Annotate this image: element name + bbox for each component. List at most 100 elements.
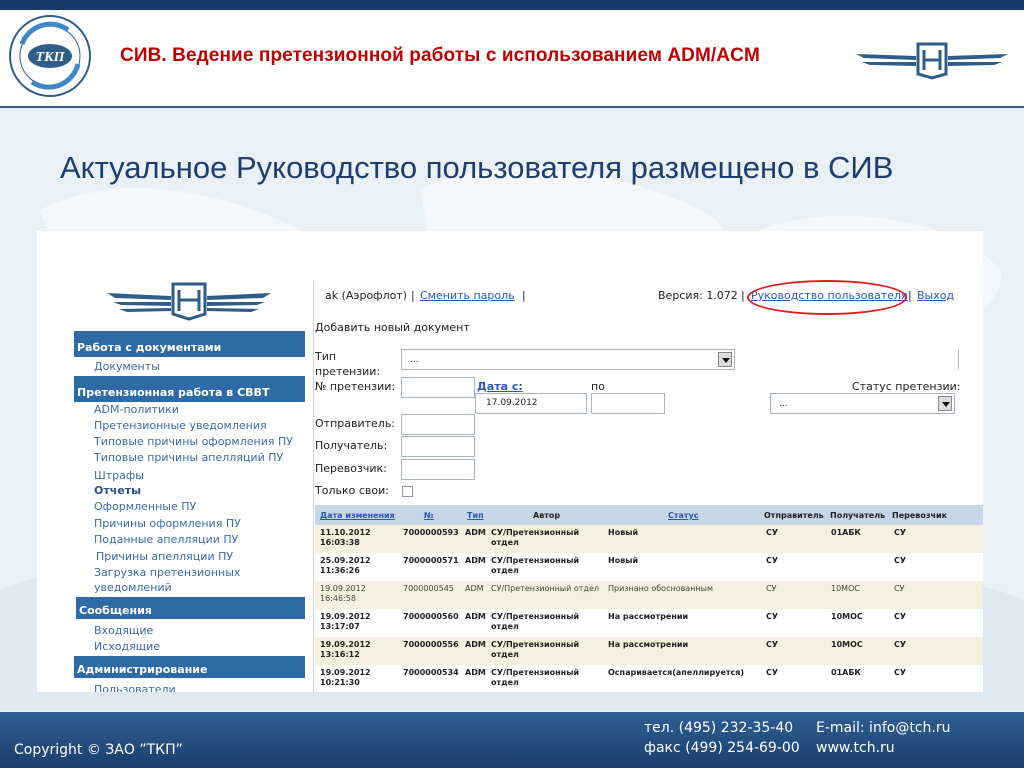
sidebar-section-claims[interactable]: Претензионная работа в СВВТ (74, 376, 305, 402)
claim-type-select[interactable]: ... (401, 349, 735, 370)
cell-date: 19.09.2012 13:17:07 (320, 612, 371, 631)
col-header-date[interactable]: Дата изменения (320, 511, 395, 521)
col-header-author: Автор (533, 511, 561, 520)
fax-number: факс (499) 254-69-00 (644, 740, 800, 756)
cell-carrier: СУ (894, 668, 907, 677)
cell-carrier: СУ (894, 528, 907, 537)
cell-type: ADM (465, 612, 486, 621)
cell-receiver: 01АБК (831, 668, 861, 677)
claim-type-label: Тип (315, 350, 337, 363)
cell-author: СУ/Претензионный отдел (491, 640, 580, 659)
table-row[interactable]: 19.09.2012 13:17:07 7000000560 ADM СУ/Пр… (315, 609, 983, 637)
sidebar-item-inbox[interactable]: Входящие (94, 624, 153, 637)
sidebar-item-appeal-causes[interactable]: Причины апелляции ПУ (96, 550, 233, 563)
sender-input[interactable] (401, 414, 475, 435)
claim-number-input[interactable] (401, 377, 475, 398)
cell-type: ADM (465, 668, 486, 677)
table-row[interactable]: 11.10.2012 16:03:38 7000000593 ADM СУ/Пр… (315, 525, 983, 553)
claim-type-label-2: претензии: (315, 365, 381, 378)
ns-wings-logo-icon (856, 42, 1008, 80)
col-header-receiver: Получатель (830, 511, 886, 520)
date-from-input[interactable]: 17.09.2012 (475, 393, 587, 414)
claim-type-value: ... (410, 355, 419, 365)
sidebar-section-admin[interactable]: Администрирование (74, 656, 305, 678)
cell-author: СУ/Претензионный отдел (491, 668, 580, 687)
logout-link[interactable]: Выход (917, 289, 954, 302)
cell-type: ADM (465, 584, 484, 593)
claim-type-extra (739, 349, 959, 370)
sidebar-item-upload-notices[interactable]: Загрузка претензионных (94, 566, 240, 579)
topbar-separator: | (411, 289, 415, 302)
cell-sender: СУ (766, 612, 779, 621)
cell-carrier: СУ (894, 584, 905, 593)
sidebar-item-claim-notices[interactable]: Претензионные уведомления (94, 419, 267, 432)
sidebar-item-filed-appeals[interactable]: Поданные апелляции ПУ (94, 533, 238, 546)
add-new-document-link[interactable]: Добавить новый документ (315, 321, 470, 334)
topbar-separator: | (522, 289, 526, 302)
cell-number: 7000000593 (403, 528, 459, 537)
cell-sender: СУ (766, 556, 779, 565)
cell-carrier: СУ (894, 640, 907, 649)
sidebar-item-adm-policies[interactable]: ADM-политики (94, 403, 179, 416)
sidebar-item-appeal-reasons[interactable]: Типовые причины апелляций ПУ (94, 451, 283, 464)
sidebar-item-outbox[interactable]: Исходящие (94, 640, 160, 653)
change-password-link[interactable]: Сменить пароль (420, 289, 515, 302)
claim-number-label: № претензии: (315, 380, 396, 393)
cell-number: 7000000534 (403, 668, 459, 677)
dropdown-arrow-icon[interactable] (718, 352, 732, 367)
tkp-logo-icon: ТКП (9, 15, 91, 97)
table-row[interactable]: 19.09.2012 13:16:12 7000000556 ADM СУ/Пр… (315, 637, 983, 665)
cell-author: СУ/Претензионный отдел (491, 584, 599, 593)
receiver-input[interactable] (401, 436, 475, 457)
tkp-logo-text: ТКП (36, 50, 66, 65)
sidebar-item-reports: Отчеты (94, 484, 142, 497)
website-link[interactable]: www.tch.ru (816, 740, 895, 756)
claim-status-value: ... (779, 399, 788, 409)
col-header-type[interactable]: Тип (467, 511, 484, 521)
cell-receiver: 10МОС (831, 640, 863, 649)
cell-date: 11.10.2012 16:03:38 (320, 528, 371, 547)
only-mine-checkbox[interactable] (402, 486, 413, 497)
table-row[interactable]: 25.09.2012 11:36:26 7000000571 ADM СУ/Пр… (315, 553, 983, 581)
col-header-carrier: Перевозчик (892, 511, 948, 520)
cell-receiver: 10МОС (831, 584, 860, 593)
sidebar-item-upload-notices-cont[interactable]: уведомлений (94, 581, 172, 594)
cell-date: 19.09.2012 13:16:12 (320, 640, 371, 659)
table-row[interactable]: 19.09.2012 10:21:30 7000000534 ADM СУ/Пр… (315, 665, 983, 692)
carrier-input[interactable] (401, 459, 475, 480)
sidebar-divider (313, 281, 314, 692)
slide-title: СИВ. Ведение претензионной работы с испо… (120, 45, 760, 66)
only-mine-label: Только свои: (315, 484, 389, 497)
sidebar-section-messages[interactable]: Сообщения (76, 597, 305, 619)
sidebar-item-documents[interactable]: Документы (94, 360, 160, 373)
date-to-input[interactable] (591, 393, 665, 414)
current-user: ak (Аэрофлот) (325, 289, 408, 302)
cell-author: СУ/Претензионный отдел (491, 528, 580, 547)
sidebar-item-users[interactable]: Пользователи (94, 683, 176, 692)
col-header-status[interactable]: Статус (668, 511, 699, 521)
sidebar-item-typical-reasons[interactable]: Типовые причины оформления ПУ (94, 435, 293, 448)
cell-type: ADM (465, 528, 486, 537)
col-header-sender: Отправитель (764, 511, 824, 520)
sidebar-item-issue-reasons[interactable]: Причины оформления ПУ (94, 517, 241, 530)
sidebar-item-issued-notices[interactable]: Оформленные ПУ (94, 500, 196, 513)
copyright-text: Copyright © ЗАО ”ТКП” (14, 742, 183, 758)
cell-receiver: 01АБК (831, 528, 861, 537)
dropdown-arrow-icon[interactable] (938, 396, 952, 411)
top-strip (0, 0, 1024, 10)
topbar-separator: | (741, 289, 745, 302)
table-row[interactable]: 19.09.2012 16:46:58 7000000545 ADM СУ/Пр… (315, 581, 983, 609)
email-address[interactable]: E-mail: info@tch.ru (816, 720, 950, 736)
version-label: Версия: 1.072 (658, 289, 738, 302)
ns-wings-logo-icon (107, 282, 271, 321)
cell-type: ADM (465, 640, 486, 649)
sidebar-section-documents[interactable]: Работа с документами (74, 331, 305, 357)
cell-status: Новый (608, 528, 639, 537)
date-from-label[interactable]: Дата с: (477, 380, 523, 393)
claim-status-select[interactable]: ... (770, 393, 955, 414)
sidebar-item-fines[interactable]: Штрафы (94, 469, 144, 482)
col-header-number[interactable]: № (424, 511, 434, 521)
cell-carrier: СУ (894, 556, 907, 565)
receiver-label: Получатель: (315, 439, 388, 452)
cell-status: На рассмотрении (608, 640, 689, 649)
